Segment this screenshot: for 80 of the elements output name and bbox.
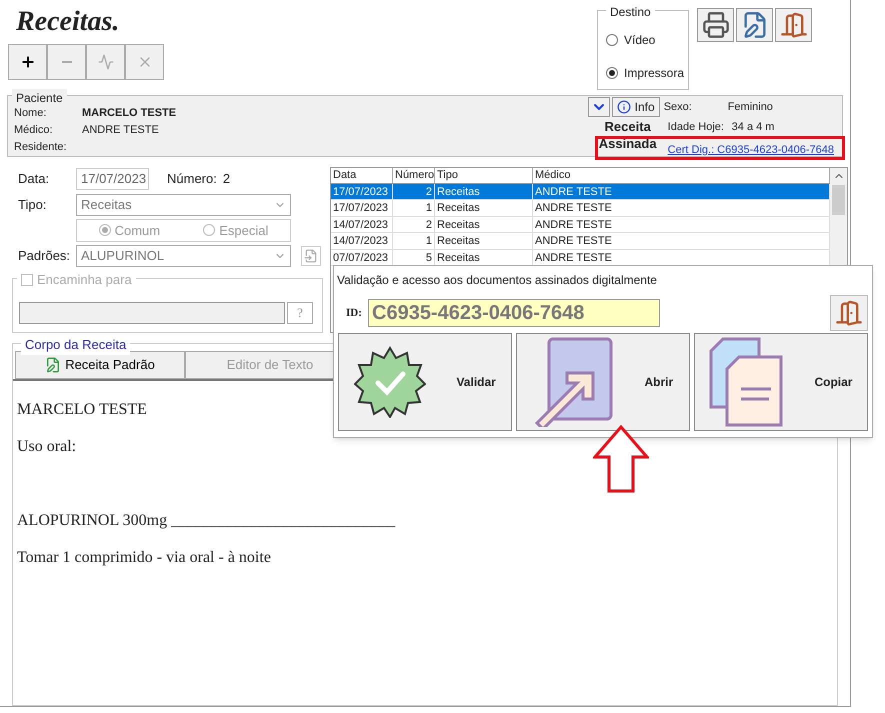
exit-button[interactable] bbox=[830, 295, 868, 331]
minus-icon bbox=[62, 61, 72, 63]
document-icon bbox=[45, 357, 62, 373]
field-label: Residente: bbox=[14, 140, 68, 154]
table-cell: 2 bbox=[393, 184, 435, 200]
radio-button[interactable] bbox=[203, 224, 216, 236]
info-icon bbox=[616, 100, 631, 114]
column-header[interactable]: Data bbox=[331, 168, 393, 183]
signed-label: Receita bbox=[604, 120, 651, 132]
template-button[interactable] bbox=[301, 246, 321, 266]
action-button[interactable] bbox=[697, 8, 734, 42]
column-header[interactable]: Número bbox=[393, 168, 435, 183]
table-cell: 17/07/2023 bbox=[331, 200, 393, 216]
template-select[interactable]: ALUPURINOL bbox=[76, 244, 291, 267]
plus-icon bbox=[20, 54, 36, 70]
line-icon bbox=[98, 54, 114, 70]
table-cell: 17/07/2023 bbox=[331, 184, 393, 200]
door-icon bbox=[780, 11, 808, 39]
table-cell: 14/07/2023 bbox=[331, 233, 393, 249]
field-label: Número: bbox=[167, 170, 217, 188]
checkbox[interactable] bbox=[21, 274, 33, 286]
tab-button[interactable]: Receita Padrão bbox=[15, 351, 185, 379]
table-cell: 1 bbox=[393, 233, 435, 249]
field-value: MARCELO TESTE bbox=[82, 106, 176, 120]
action-button[interactable] bbox=[736, 8, 773, 42]
popup-action-button[interactable]: Validar bbox=[338, 333, 512, 431]
toolbar-button[interactable] bbox=[8, 44, 47, 80]
field-value: Feminino bbox=[728, 100, 773, 115]
table-row[interactable]: 07/07/2023 5 Receitas ANDRE TESTE bbox=[331, 250, 830, 266]
field-value: ANDRE TESTE bbox=[82, 123, 159, 137]
popup-action-button[interactable]: Abrir bbox=[516, 333, 690, 431]
table-cell: Receitas bbox=[435, 216, 533, 232]
page-title: Receitas. bbox=[16, 8, 120, 36]
date-field[interactable]: 17/07/2023 bbox=[76, 168, 149, 190]
field-label: Data: bbox=[18, 170, 50, 188]
table-cell: Receitas bbox=[435, 184, 533, 200]
field-label: Médico: bbox=[14, 123, 54, 137]
table-cell: 14/07/2023 bbox=[331, 216, 393, 232]
popup-action-button[interactable]: Copiar bbox=[694, 333, 868, 431]
field-label: Padrões: bbox=[18, 246, 72, 265]
forward-field[interactable] bbox=[19, 302, 285, 324]
radio-button[interactable] bbox=[98, 224, 111, 236]
id-field[interactable]: C6935-4623-0406-7648 bbox=[368, 299, 660, 327]
type-select[interactable]: Receitas bbox=[76, 194, 291, 216]
info-button[interactable]: Info bbox=[612, 97, 660, 117]
checkbox-label: Encaminha para bbox=[37, 271, 132, 290]
check-badge-icon bbox=[354, 346, 426, 418]
field-value: 2 bbox=[222, 170, 230, 188]
column-header[interactable]: Tipo bbox=[435, 168, 533, 183]
field-value: 34 a 4 m bbox=[732, 120, 774, 135]
radio-label: Impressora bbox=[624, 64, 684, 82]
notepad-arrow-icon bbox=[532, 337, 613, 427]
certificate-link[interactable]: Cert Dig.: C6935-4623-0406-7648 bbox=[668, 142, 834, 158]
table-row[interactable]: 14/07/2023 2 Receitas ANDRE TESTE bbox=[331, 216, 830, 234]
scrollbar-thumb[interactable] bbox=[832, 185, 845, 215]
field-label: Idade Hoje: bbox=[668, 120, 725, 135]
dropdown-button[interactable] bbox=[588, 97, 610, 117]
radio-label: Vídeo bbox=[624, 32, 656, 48]
field-label: Tipo: bbox=[18, 196, 48, 214]
table-cell: Receitas bbox=[435, 200, 533, 216]
table-cell: 1 bbox=[393, 200, 435, 216]
table-cell: 2 bbox=[393, 216, 435, 232]
table-cell: Receitas bbox=[435, 233, 533, 249]
field-label: Sexo: bbox=[664, 100, 693, 115]
printer-icon bbox=[702, 11, 730, 39]
door-icon bbox=[835, 299, 863, 327]
table-row[interactable]: 17/07/2023 1 Receitas ANDRE TESTE bbox=[331, 200, 830, 217]
copy-documents-icon bbox=[709, 337, 786, 427]
action-button[interactable] bbox=[775, 8, 812, 42]
radio-button[interactable] bbox=[606, 66, 618, 78]
popup-title: Validação e acesso aos documentos assinados digitalmente bbox=[336, 272, 658, 289]
table-row[interactable]: 14/07/2023 1 Receitas ANDRE TESTE bbox=[331, 233, 830, 250]
id-label: ID: bbox=[346, 306, 363, 321]
radio-label: Comum bbox=[114, 222, 160, 240]
document-icon bbox=[304, 248, 318, 263]
field-label: Nome: bbox=[14, 106, 48, 120]
table-row[interactable]: 17/07/2023 2 Receitas ANDRE TESTE bbox=[331, 184, 830, 200]
signed-label: Assinada bbox=[598, 137, 657, 150]
radio-button[interactable] bbox=[606, 34, 618, 46]
radio-label: Especial bbox=[219, 222, 268, 240]
